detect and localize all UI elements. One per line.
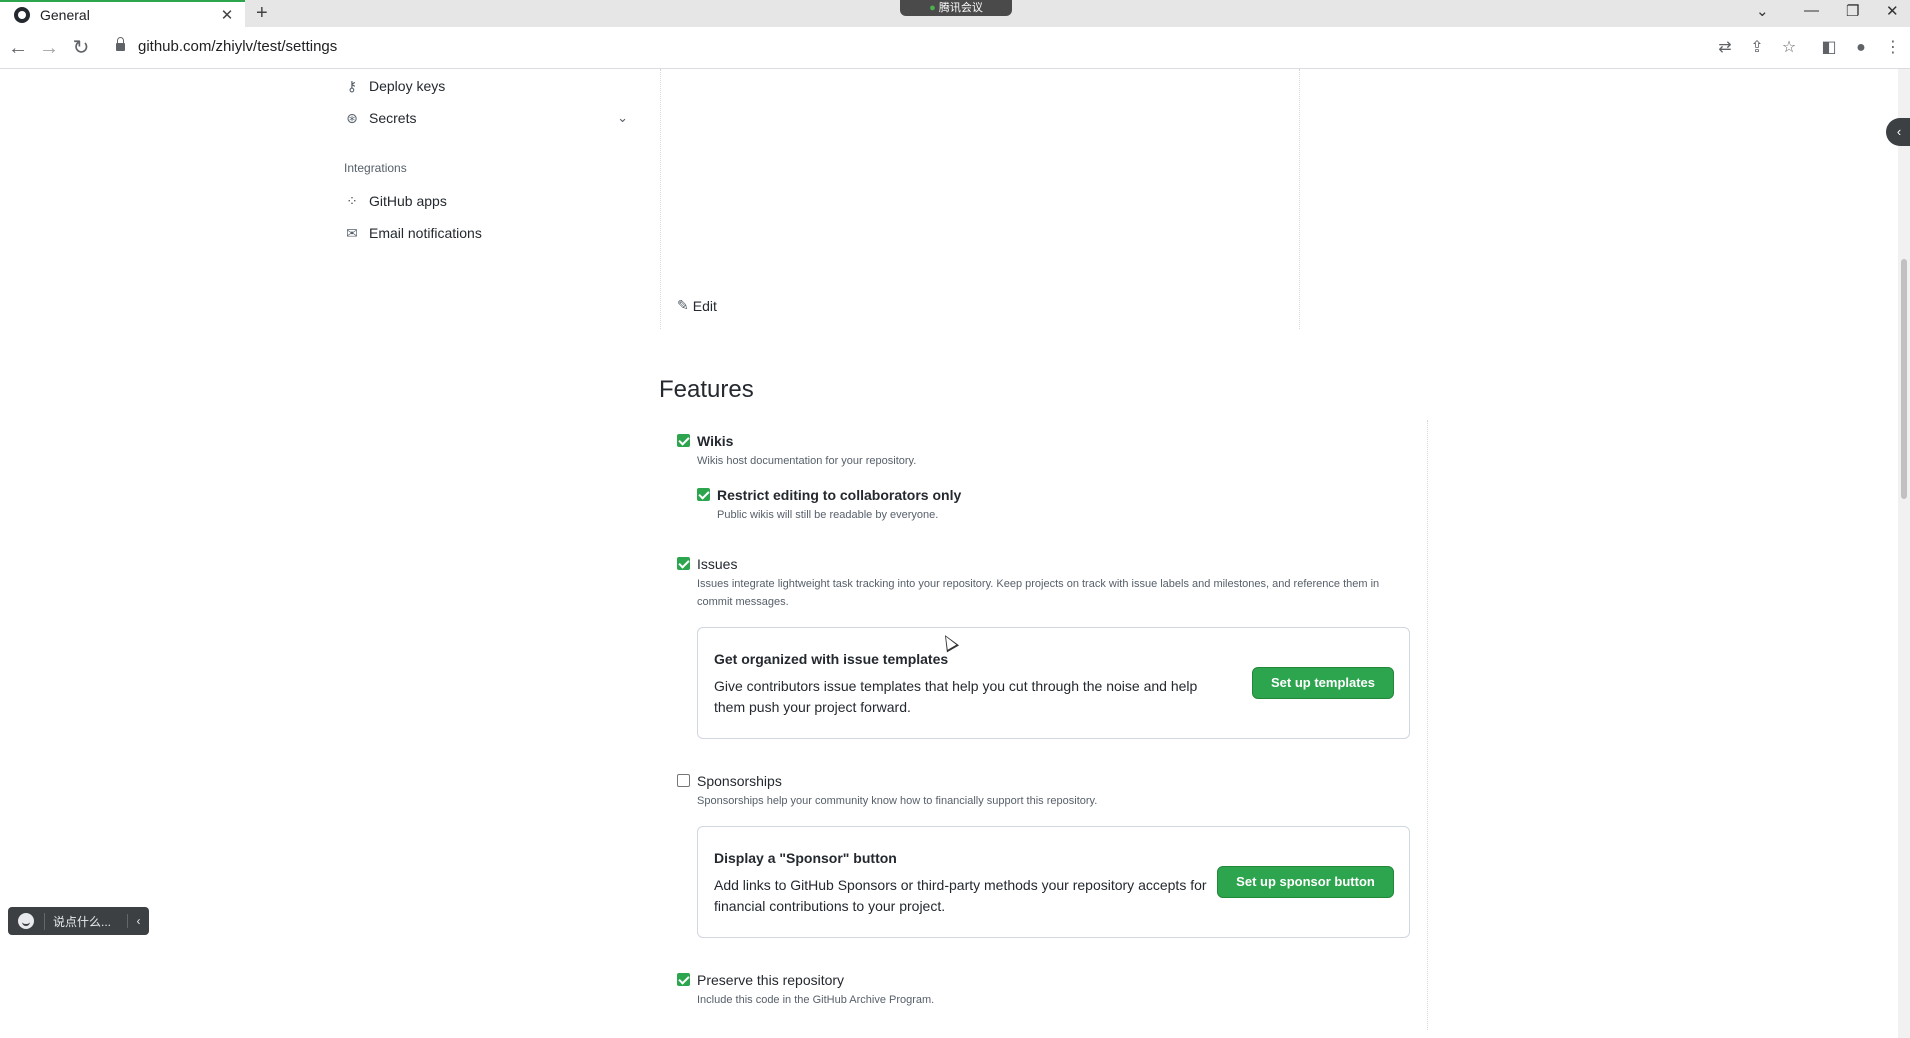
- chat-widget: 说点什么... ‹: [8, 907, 149, 935]
- chat-input[interactable]: 说点什么...: [44, 912, 127, 930]
- tab-search-chevron-icon[interactable]: ⌄: [1756, 2, 1769, 20]
- set-up-sponsor-button[interactable]: Set up sponsor button: [1217, 866, 1394, 898]
- pencil-icon: ✎: [677, 297, 689, 313]
- sidebar-item-github-apps[interactable]: ⁘ GitHub apps: [344, 187, 634, 215]
- edit-link[interactable]: ✎ Edit: [677, 297, 717, 314]
- issues-description: Issues integrate lightweight task tracki…: [697, 578, 1380, 608]
- asterisk-icon: ⊛: [346, 109, 358, 126]
- tab-close-icon[interactable]: ✕: [217, 6, 237, 24]
- tab-title: General: [40, 6, 90, 23]
- sponsor-box-title: Display a "Sponsor" button: [714, 850, 897, 866]
- sidebar-item-label: Email notifications: [369, 225, 482, 241]
- sponsorships-label: Sponsorships: [697, 773, 782, 789]
- dotted-divider: [1427, 420, 1428, 1030]
- meeting-indicator[interactable]: ● 腾讯会议: [900, 0, 1012, 16]
- integrations-heading: Integrations: [344, 161, 407, 175]
- sidebar-item-deploy-keys[interactable]: ⚷ Deploy keys: [344, 72, 634, 100]
- features-heading: Features: [659, 376, 754, 403]
- emoji-icon[interactable]: [18, 913, 34, 929]
- restrict-editing-label: Restrict editing to collaborators only: [717, 487, 962, 503]
- restrict-editing-checkbox[interactable]: [697, 488, 710, 501]
- issue-templates-title: Get organized with issue templates: [714, 651, 949, 667]
- browser-tab-bar: General ✕ + ● 腾讯会议 ⌄ — ❐ ✕: [0, 0, 1910, 27]
- issues-checkbox[interactable]: [677, 557, 690, 570]
- sidebar-item-label: Deploy keys: [369, 78, 446, 94]
- chat-collapse-icon[interactable]: ‹: [127, 914, 149, 928]
- star-icon[interactable]: ☆: [1778, 37, 1800, 59]
- sidebar-item-secrets[interactable]: ⊛ Secrets ⌄: [344, 104, 634, 132]
- sidebar-item-label: GitHub apps: [369, 193, 447, 209]
- sponsor-button-box: Display a "Sponsor" button Add links to …: [697, 826, 1410, 938]
- address-bar: ← → ↻ github.com/zhiylv/test/settings ⇄ …: [0, 27, 1910, 69]
- wikis-checkbox[interactable]: [677, 434, 690, 447]
- close-window-icon[interactable]: ✕: [1886, 2, 1899, 20]
- meeting-label: 腾讯会议: [938, 2, 983, 14]
- key-icon: ⚷: [346, 77, 358, 94]
- new-tab-button[interactable]: +: [256, 2, 268, 25]
- sponsor-box-text: Add links to GitHub Sponsors or third-pa…: [714, 877, 1207, 914]
- dotted-divider: [660, 69, 661, 329]
- reload-icon[interactable]: ↻: [68, 35, 94, 61]
- issue-templates-text: Give contributors issue templates that h…: [714, 678, 1198, 715]
- preserve-repository-description: Include this code in the GitHub Archive …: [697, 994, 935, 1006]
- restrict-editing-description: Public wikis will still be readable by e…: [717, 509, 939, 521]
- translate-icon[interactable]: ⇄: [1714, 37, 1736, 59]
- sponsorships-description: Sponsorships help your community know ho…: [697, 795, 1098, 807]
- edit-label: Edit: [692, 297, 717, 314]
- meeting-status-icon: ●: [929, 2, 939, 14]
- scrollbar-thumb[interactable]: [1901, 259, 1907, 499]
- profile-icon[interactable]: ●: [1850, 37, 1872, 59]
- restore-icon[interactable]: ❐: [1846, 2, 1859, 20]
- set-up-templates-button[interactable]: Set up templates: [1252, 667, 1394, 699]
- side-panel-toggle-chevron-icon[interactable]: ‹: [1886, 118, 1910, 146]
- mail-icon: ✉: [346, 224, 358, 241]
- minimize-icon[interactable]: —: [1804, 2, 1819, 19]
- url-field[interactable]: github.com/zhiylv/test/settings: [138, 38, 337, 55]
- github-favicon-icon: [14, 6, 30, 23]
- dotted-divider: [1299, 69, 1300, 329]
- sidebar-item-email-notifications[interactable]: ✉ Email notifications: [344, 219, 634, 247]
- sponsorships-checkbox[interactable]: [677, 774, 690, 787]
- browser-tab-general[interactable]: General ✕: [0, 0, 245, 27]
- preserve-repository-checkbox[interactable]: [677, 973, 690, 986]
- share-icon[interactable]: ⇪: [1746, 37, 1768, 59]
- side-panel-icon[interactable]: ◧: [1818, 37, 1840, 59]
- wikis-description: Wikis host documentation for your reposi…: [697, 455, 917, 467]
- preserve-repository-label: Preserve this repository: [697, 972, 845, 988]
- page-scrollbar[interactable]: [1898, 69, 1910, 1038]
- lock-icon[interactable]: [116, 37, 125, 51]
- back-icon[interactable]: ←: [5, 35, 31, 61]
- menu-icon[interactable]: ⋮: [1882, 37, 1904, 59]
- chevron-down-icon[interactable]: ⌄: [617, 110, 628, 126]
- forward-icon[interactable]: →: [36, 35, 62, 61]
- issues-label: Issues: [697, 556, 738, 572]
- sidebar-item-label: Secrets: [369, 110, 417, 126]
- issue-templates-box: Get organized with issue templates Give …: [697, 627, 1410, 739]
- wikis-label: Wikis: [697, 433, 734, 449]
- apps-icon: ⁘: [346, 192, 358, 209]
